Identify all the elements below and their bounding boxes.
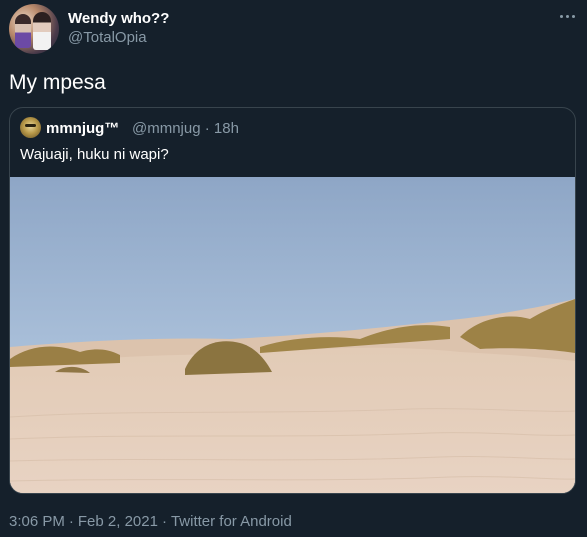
more-dot xyxy=(565,14,569,18)
avatar-figure xyxy=(33,12,51,50)
separator-dot: · xyxy=(161,513,167,530)
more-dot xyxy=(571,14,575,18)
separator-dot: · xyxy=(68,513,74,530)
dune-photo xyxy=(10,177,575,493)
quoted-author-handle-time[interactable]: @mmnjug · 18h xyxy=(132,120,239,137)
tweet[interactable]: Wendy who?? @TotalOpia My mpesa mmnjug™ … xyxy=(0,0,587,537)
author-avatar[interactable] xyxy=(9,4,59,54)
more-icon[interactable] xyxy=(555,6,579,26)
tweet-source[interactable]: Twitter for Android xyxy=(171,513,292,530)
avatar-figure xyxy=(15,14,31,48)
quoted-tweet-image[interactable] xyxy=(10,177,575,493)
tweet-footer: 3:06 PM · Feb 2, 2021 · Twitter for Android xyxy=(9,513,292,530)
quoted-tweet[interactable]: mmnjug™ @mmnjug · 18h Wajuaji, huku ni w… xyxy=(9,107,576,494)
tweet-text: My mpesa xyxy=(9,71,106,94)
quoted-tweet-text: Wajuaji, huku ni wapi? xyxy=(20,146,169,163)
tweet-time[interactable]: 3:06 PM xyxy=(9,513,65,530)
more-dot xyxy=(559,14,563,18)
quoted-author-avatar[interactable] xyxy=(20,117,41,138)
tweet-date[interactable]: Feb 2, 2021 xyxy=(78,513,158,530)
author-handle[interactable]: @TotalOpia xyxy=(68,29,147,46)
author-display-name[interactable]: Wendy who?? xyxy=(68,10,169,27)
quoted-author-display-name[interactable]: mmnjug™ xyxy=(46,120,119,137)
